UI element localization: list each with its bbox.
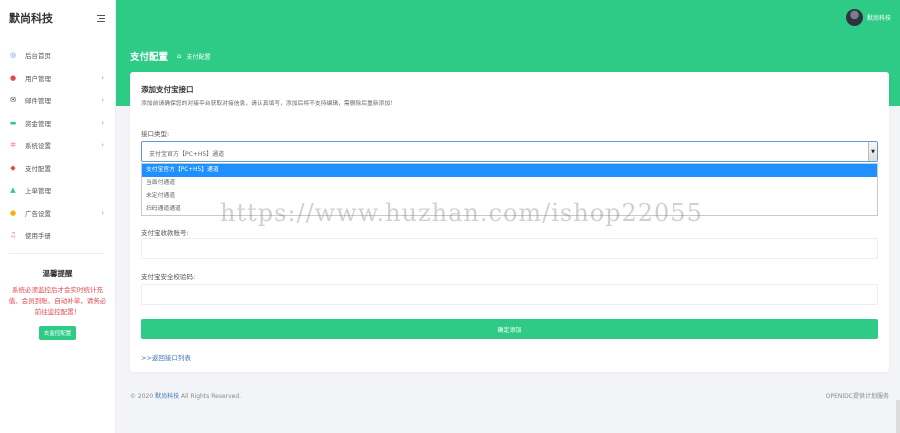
tip-text: 系统必须监控后才会实时统计充值、会员到账、自动补单，请务必前往监控配置！	[8, 285, 107, 316]
dropdown-option[interactable]: 支付宝官方【PC+H5】通道	[142, 164, 877, 177]
sidebar-item-label: 系统设置	[25, 142, 51, 151]
ad-icon: ●	[9, 208, 17, 217]
tip-title: 温馨提醒	[42, 268, 73, 278]
submit-button[interactable]: 确定添加	[141, 319, 878, 339]
sidebar-item-ads[interactable]: ● 广告设置 ›	[0, 202, 115, 225]
dropdown-arrow-icon[interactable]: ▼	[868, 142, 877, 161]
sidebar-item-label: 支付配置	[25, 164, 51, 173]
sidebar: 默尚科技 ◎ 后台首页 ● 用户管理 › ✉ 邮件管理 › ▬ 资金管理 › ✲…	[0, 0, 116, 433]
chevron-right-icon: ›	[101, 118, 104, 127]
sidebar-nav: ◎ 后台首页 ● 用户管理 › ✉ 邮件管理 › ▬ 资金管理 › ✲ 系统设置…	[0, 44, 115, 247]
key-label: 支付宝安全校验码:	[141, 273, 196, 281]
payment-icon: ◆	[10, 163, 16, 172]
tip-panel: 温馨提醒 系统必须监控后才会实时统计充值、会员到账、自动补单，请务必前往监控配置…	[0, 268, 115, 340]
sidebar-item-label: 后台首页	[25, 52, 51, 61]
mail-icon: ✉	[10, 96, 16, 105]
footer-right: OPENIDC提供计划服务	[825, 393, 889, 400]
dropdown-option[interactable]: 当面付通道	[142, 177, 877, 190]
page-title: 支付配置	[130, 52, 169, 63]
sidebar-item-settings[interactable]: ✲ 系统设置 ›	[0, 134, 115, 157]
footer-brand-link[interactable]: 默尚科技	[155, 393, 179, 400]
account-input[interactable]	[141, 238, 878, 259]
sidebar-item-dashboard[interactable]: ◎ 后台首页	[0, 44, 115, 67]
user-icon: ●	[9, 73, 17, 82]
key-input[interactable]	[141, 284, 878, 305]
home-icon[interactable]: ⌂	[177, 52, 181, 60]
sidebar-item-label: 资金管理	[25, 119, 51, 128]
user-name: 默尚科技	[866, 15, 891, 22]
sidebar-item-payment[interactable]: ◆ 支付配置	[0, 157, 115, 180]
sidebar-item-funds[interactable]: ▬ 资金管理 ›	[0, 112, 115, 135]
book-icon: ♫	[9, 231, 17, 240]
card-title: 添加支付宝接口	[141, 85, 194, 94]
card-description: 添加前请确保您的对接平台获取对接信息，请认真填写，添加后将不支持编辑，需删除后重…	[141, 101, 397, 107]
dashboard-icon: ◎	[9, 51, 17, 60]
chevron-right-icon: ›	[101, 208, 104, 217]
breadcrumb[interactable]: 支付配置	[186, 52, 210, 61]
cart-icon: ▲	[10, 186, 16, 195]
type-select[interactable]: 支付宝官方【PC+H5】通道 ▼	[141, 141, 878, 162]
chevron-right-icon: ›	[101, 141, 104, 150]
user-menu[interactable]: 默尚科技	[845, 9, 891, 26]
sidebar-item-label: 上单管理	[25, 187, 51, 196]
chevron-right-icon: ›	[101, 73, 104, 82]
sidebar-item-label: 使用手册	[25, 232, 51, 241]
account-label: 支付宝收款账号:	[141, 229, 189, 237]
scrollbar[interactable]	[896, 400, 900, 433]
sidebar-item-label: 邮件管理	[25, 97, 51, 106]
monitor-config-button[interactable]: 去监控配置	[38, 325, 77, 340]
topbar: 默尚科技	[116, 0, 900, 36]
type-select-value: 支付宝官方【PC+H5】通道	[149, 151, 225, 158]
sidebar-divider	[9, 252, 104, 254]
money-icon: ▬	[9, 118, 17, 127]
sidebar-item-manual[interactable]: ♫ 使用手册	[0, 224, 115, 247]
footer: © 2020 默尚科技 All Rights Reserved. OPENIDC…	[130, 391, 889, 400]
sidebar-item-users[interactable]: ● 用户管理 ›	[0, 67, 115, 90]
copyright: © 2020 默尚科技 All Rights Reserved.	[130, 391, 241, 400]
avatar	[845, 9, 863, 26]
copyright-year: © 2020	[130, 393, 154, 400]
sidebar-item-mail[interactable]: ✉ 邮件管理 ›	[0, 89, 115, 112]
menu-toggle-icon[interactable]	[97, 14, 105, 22]
sidebar-item-label: 用户管理	[25, 74, 51, 83]
chevron-right-icon: ›	[101, 96, 104, 105]
sidebar-item-orders[interactable]: ▲ 上单管理	[0, 179, 115, 202]
brand: 默尚科技	[0, 0, 115, 36]
brand-name: 默尚科技	[9, 12, 53, 25]
sidebar-item-label: 广告设置	[25, 209, 51, 218]
watermark: https://www.huzhan.com/ishop22055	[220, 199, 703, 227]
back-link[interactable]: >>返回接口列表	[141, 352, 191, 362]
settings-icon: ✲	[10, 141, 16, 150]
copyright-suffix: All Rights Reserved.	[181, 393, 242, 400]
type-label: 接口类型:	[141, 130, 170, 138]
